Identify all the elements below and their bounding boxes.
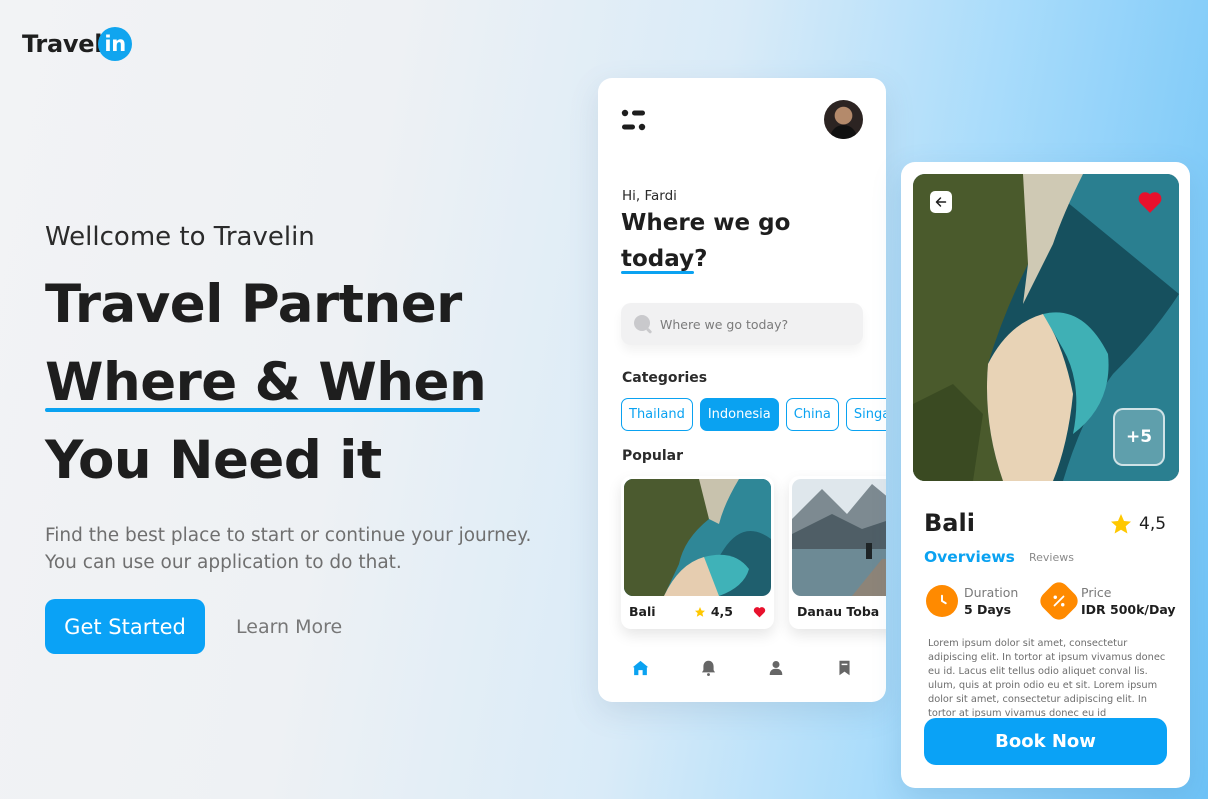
user-icon[interactable] [766, 658, 786, 678]
question-line-2: today? [621, 246, 707, 272]
get-started-button[interactable]: Get Started [45, 599, 205, 654]
question-highlight: today [621, 246, 695, 272]
price-value: IDR 500k/Day [1081, 602, 1176, 617]
popular-list: Bali 4,5 Danau Toba [621, 476, 886, 629]
arrow-left-icon [935, 197, 947, 207]
place-rating: 4,5 [1109, 512, 1166, 536]
popular-rating-value: 4,5 [710, 604, 733, 619]
home-icon[interactable] [630, 658, 650, 678]
hero-section: Wellcome to Travelin Travel Partner Wher… [45, 222, 565, 654]
headline-line-1: Travel Partner [45, 274, 462, 335]
description-line-1: Find the best place to start or continue… [45, 525, 532, 546]
duration-label: Duration [964, 585, 1019, 600]
star-icon [1111, 514, 1131, 534]
category-chips: Thailand Indonesia China Singapore [621, 398, 886, 431]
popular-card-danau-toba[interactable]: Danau Toba [789, 476, 886, 629]
headline-line-3: You Need it [45, 430, 382, 491]
duration-value: 5 Days [964, 602, 1012, 617]
place-rating-value: 4,5 [1139, 514, 1167, 534]
learn-more-link[interactable]: Learn More [236, 616, 342, 638]
chip-singapore[interactable]: Singapore [845, 398, 886, 431]
detail-screen-mockup: +5 Bali 4,5 Overviews Reviews Duration 5… [901, 162, 1190, 788]
tab-overviews[interactable]: Overviews [924, 548, 1015, 566]
discount-badge-icon [1036, 578, 1082, 624]
duration-info: Duration 5 Days [926, 585, 1018, 617]
headline: Travel Partner Where & When You Need it [45, 266, 565, 500]
tab-reviews[interactable]: Reviews [1029, 551, 1074, 564]
price-info: Price IDR 500k/Day [1036, 578, 1176, 624]
welcome-text: Wellcome to Travelin [45, 222, 315, 252]
bell-icon[interactable] [698, 658, 718, 678]
travelin-logo[interactable]: Travel in [22, 27, 133, 61]
price-label: Price [1081, 585, 1112, 600]
menu-icon[interactable] [621, 109, 647, 131]
question-mark: ? [694, 246, 708, 272]
logo-badge: in [98, 27, 133, 61]
place-description: Lorem ipsum dolor sit amet, consectetur … [928, 638, 1166, 717]
chip-indonesia[interactable]: Indonesia [699, 398, 779, 431]
cta-row: Get Started Learn More [45, 599, 565, 654]
bookmark-icon[interactable] [834, 658, 854, 678]
chip-thailand[interactable]: Thailand [621, 398, 693, 431]
greeting: Hi, Fardi [622, 188, 677, 204]
place-title: Bali [924, 509, 975, 537]
heart-icon[interactable] [753, 606, 766, 618]
star-icon [694, 606, 705, 617]
headline-line-2: Where & When [45, 344, 487, 422]
favorite-heart-icon[interactable] [1137, 190, 1163, 214]
popular-card-bali[interactable]: Bali 4,5 [621, 476, 774, 629]
clock-icon [926, 585, 958, 617]
more-photos-thumbnail[interactable]: +5 [1113, 408, 1165, 466]
book-now-button[interactable]: Book Now [924, 718, 1167, 765]
back-button[interactable] [930, 191, 952, 213]
popular-title: Popular [622, 448, 684, 464]
description-line-2: You can use our application to do that. [45, 552, 402, 573]
user-avatar[interactable] [824, 100, 863, 139]
hero-description: Find the best place to start or continue… [45, 522, 565, 576]
danau-toba-thumbnail [792, 479, 886, 596]
search-input[interactable] [660, 316, 850, 332]
popular-name: Danau Toba [797, 604, 880, 619]
bottom-tab-bar [598, 658, 886, 678]
chip-china[interactable]: China [785, 398, 839, 431]
popular-name: Bali [629, 604, 656, 619]
question-line-1: Where we go [621, 210, 791, 236]
bali-thumbnail [624, 479, 771, 596]
search-icon [634, 315, 652, 334]
categories-title: Categories [622, 370, 708, 386]
home-screen-mockup: Hi, Fardi Where we go today? Categories … [598, 78, 886, 702]
logo-text: Travel [22, 30, 103, 58]
search-bar[interactable] [621, 303, 863, 345]
popular-rating: 4,5 [694, 604, 733, 619]
